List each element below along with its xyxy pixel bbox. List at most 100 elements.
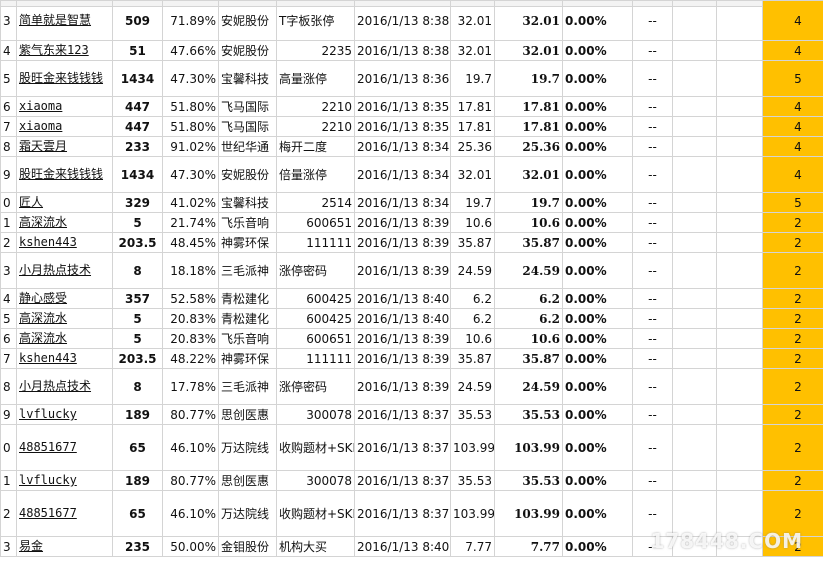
empty-cell [672,192,717,213]
count-cell: 189 [112,404,163,425]
change-cell: 0.00% [562,328,633,349]
username-link[interactable]: 高深流水 [16,212,113,233]
stock-name-cell: 世纪华通 [218,136,277,157]
count-cell: 8 [112,368,163,405]
change-cell: 0.00% [562,60,633,97]
time-cell: 2016/1/13 8:34 [354,192,451,213]
code-cell: 2514 [276,192,355,213]
code-cell: 111111 [276,232,355,253]
username-link[interactable]: 小月热点技术 [16,368,113,405]
price-bold-cell: 19.7 [494,60,563,97]
row-number: 7 [0,348,17,369]
stock-name-cell: 安妮股份 [218,0,277,41]
time-cell: 2016/1/13 8:38 [354,40,451,61]
count-cell: 329 [112,192,163,213]
level-cell: 4 [762,156,823,193]
username-link[interactable]: xiaoma [16,96,113,117]
row-number: 3 [0,252,17,289]
count-cell: 65 [112,424,163,471]
username-link[interactable]: lvflucky [16,404,113,425]
code-cell: 600425 [276,288,355,309]
change-cell: 0.00% [562,368,633,405]
empty-cell [716,288,763,309]
dash-cell: -- [632,368,673,405]
time-cell: 2016/1/13 8:40 [354,536,451,557]
time-cell: 2016/1/13 8:39 [354,252,451,289]
count-cell: 51 [112,40,163,61]
username-link[interactable]: 股旺金来钱钱钱 [16,156,113,193]
percent-cell: 46.10% [162,424,219,471]
time-cell: 2016/1/13 8:39 [354,232,451,253]
price-bold-cell: 25.36 [494,136,563,157]
price-cell: 6.2 [450,288,495,309]
username-link[interactable]: 简单就是智慧 [16,0,113,41]
username-link[interactable]: 高深流水 [16,308,113,329]
level-cell: 2 [762,470,823,491]
row-number: 2 [0,490,17,537]
empty-cell [672,368,717,405]
row-number: 3 [0,536,17,557]
username-link[interactable]: 股旺金来钱钱钱 [16,60,113,97]
empty-cell [716,136,763,157]
username-link[interactable]: 紫气东来123 [16,40,113,61]
price-bold-cell: 35.53 [494,404,563,425]
username-link[interactable]: 匠人 [16,192,113,213]
count-cell: 189 [112,470,163,491]
username-link[interactable]: lvflucky [16,470,113,491]
username-link[interactable]: kshen443 [16,348,113,369]
change-cell: 0.00% [562,116,633,137]
time-cell: 2016/1/13 8:34 [354,136,451,157]
username-link[interactable]: 易金 [16,536,113,557]
username-link[interactable]: 霜天雲月 [16,136,113,157]
stock-name-cell: 青松建化 [218,288,277,309]
change-cell: 0.00% [562,490,633,537]
dash-cell: -- [632,288,673,309]
stock-name-cell: 安妮股份 [218,40,277,61]
table-row: 9 lvflucky 189 80.77% 思创医惠 300078 2016/1/13 8:… [0,404,823,425]
price-cell: 10.6 [450,328,495,349]
empty-cell [716,212,763,233]
username-link[interactable]: 小月热点技术 [16,252,113,289]
row-number: 6 [0,328,17,349]
username-link[interactable]: 高深流水 [16,328,113,349]
price-bold-cell: 24.59 [494,368,563,405]
empty-cell [672,424,717,471]
time-cell: 2016/1/13 8:39 [354,212,451,233]
price-cell: 19.7 [450,60,495,97]
price-cell: 17.81 [450,96,495,117]
code-cell: 600651 [276,328,355,349]
price-cell: 24.59 [450,368,495,405]
level-cell: 4 [762,136,823,157]
price-cell: 24.59 [450,252,495,289]
time-cell: 2016/1/13 8:39 [354,328,451,349]
dash-cell: -- [632,136,673,157]
username-link[interactable]: 静心感受 [16,288,113,309]
price-bold-cell: 10.6 [494,212,563,233]
empty-cell [672,328,717,349]
empty-cell [672,348,717,369]
price-bold-cell: 7.77 [494,536,563,557]
count-cell: 1434 [112,156,163,193]
time-cell: 2016/1/13 8:35 [354,96,451,117]
username-link[interactable]: 48851677 [16,490,113,537]
empty-cell [672,252,717,289]
level-cell: 4 [762,40,823,61]
price-cell: 35.53 [450,470,495,491]
username-link[interactable]: kshen443 [16,232,113,253]
username-link[interactable]: xiaoma [16,116,113,137]
price-cell: 17.81 [450,116,495,137]
level-cell: 2 [762,308,823,329]
code-cell: 梅开二度 [276,136,355,157]
row-number: 3 [0,0,17,41]
dash-cell: -- [632,470,673,491]
count-cell: 447 [112,116,163,137]
username-link[interactable]: 48851677 [16,424,113,471]
stock-name-cell: 金钼股份 [218,536,277,557]
percent-cell: 51.80% [162,116,219,137]
percent-cell: 91.02% [162,136,219,157]
code-cell: 300078 [276,404,355,425]
percent-cell: 20.83% [162,308,219,329]
price-bold-cell: 10.6 [494,328,563,349]
count-cell: 8 [112,252,163,289]
price-cell: 103.99 [450,490,495,537]
